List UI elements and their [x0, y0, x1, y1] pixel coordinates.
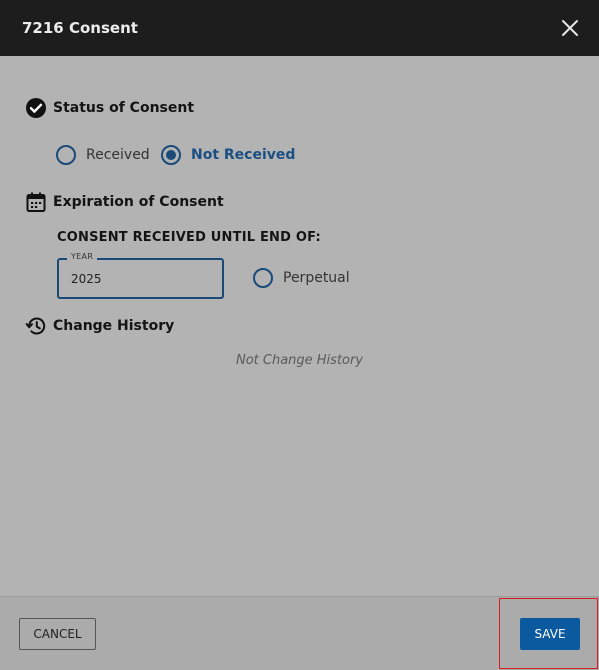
radio-perpetual[interactable]: Perpetual [253, 268, 350, 288]
year-field-label: YEAR [67, 251, 98, 263]
close-icon[interactable] [558, 16, 582, 40]
history-section-heading: Change History [25, 314, 174, 338]
radio-perpetual-circle[interactable] [253, 268, 273, 288]
consent-dialog: 7216 Consent Status of Consent Received … [0, 0, 599, 670]
year-input[interactable] [71, 269, 211, 289]
history-empty-text: Not Change History [235, 353, 364, 368]
radio-not-received-label: Not Received [191, 147, 296, 163]
radio-perpetual-label: Perpetual [283, 270, 350, 286]
radio-not-received[interactable]: Not Received [161, 145, 295, 165]
status-heading-text: Status of Consent [53, 100, 195, 116]
history-icon [25, 317, 46, 335]
calendar-icon [26, 192, 46, 212]
history-heading-text: Change History [53, 318, 175, 334]
dialog-title: 7216 Consent [22, 19, 138, 37]
radio-received-circle[interactable] [56, 145, 76, 165]
cancel-button[interactable]: CANCEL [19, 618, 96, 650]
check-circle-icon [26, 98, 46, 118]
consent-until-label: CONSENT RECEIVED UNTIL END OF: [57, 230, 321, 245]
radio-not-received-circle[interactable] [161, 145, 181, 165]
year-field[interactable]: YEAR [57, 251, 224, 299]
save-button[interactable]: SAVE [520, 618, 580, 650]
status-section-heading: Status of Consent [25, 96, 194, 120]
expiration-section-heading: Expiration of Consent [25, 190, 224, 214]
dialog-header: 7216 Consent [0, 0, 599, 56]
radio-received[interactable]: Received [56, 145, 150, 165]
radio-received-label: Received [86, 147, 150, 163]
expiration-heading-text: Expiration of Consent [53, 194, 224, 210]
